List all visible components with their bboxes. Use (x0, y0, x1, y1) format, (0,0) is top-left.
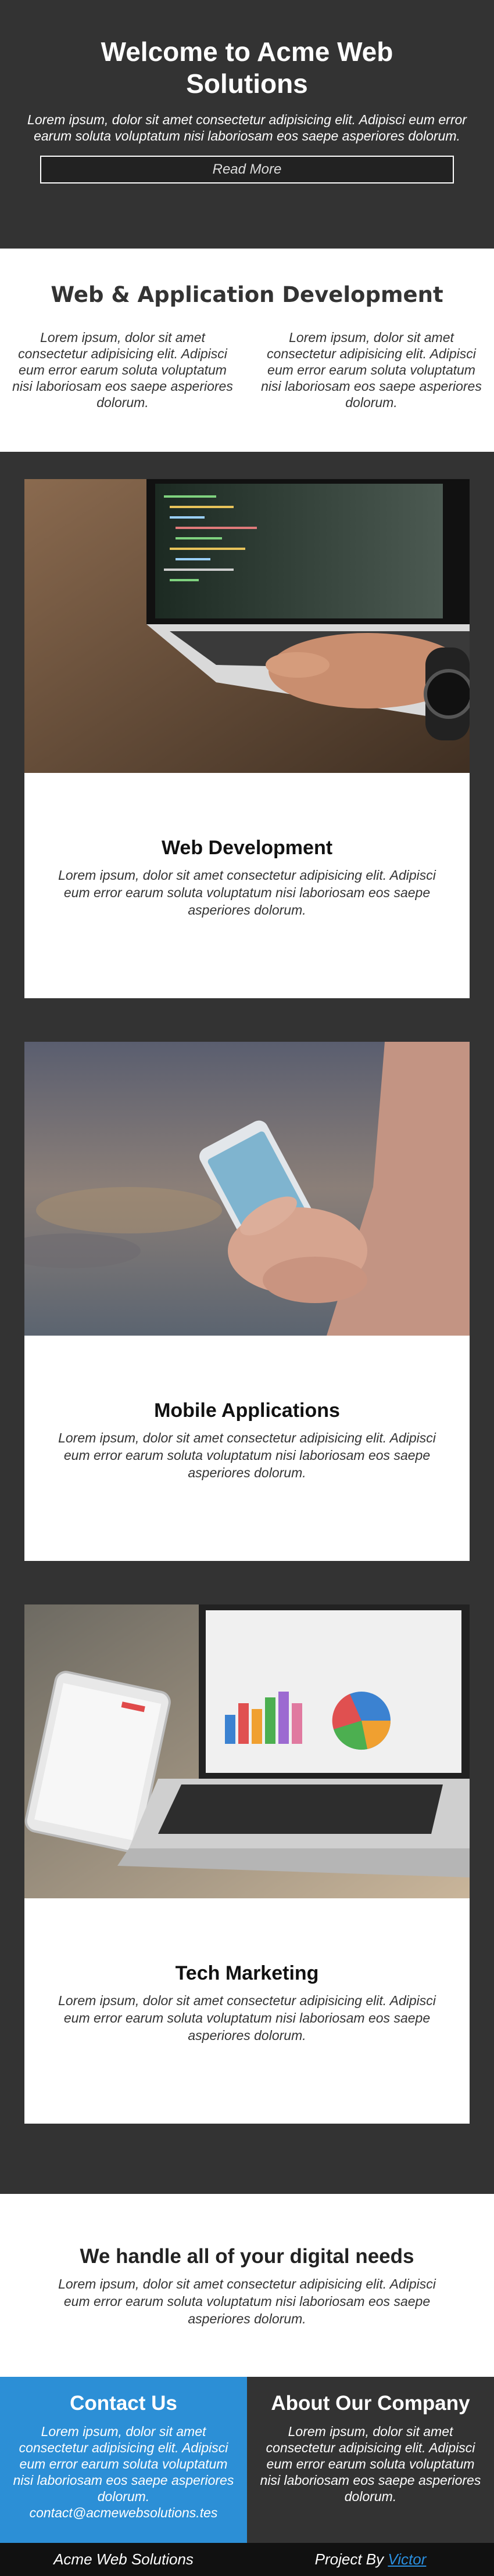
read-more-button[interactable]: Read More (40, 156, 454, 184)
service-card-body: Web Development Lorem ipsum, dolor sit a… (24, 773, 470, 919)
hero-section: Welcome to Acme Web Solutions Lorem ipsu… (0, 0, 494, 249)
service-title: Web Development (161, 837, 333, 859)
intro-title: Web & Application Development (51, 282, 443, 307)
footer-brand: Acme Web Solutions (53, 2550, 194, 2568)
digital-needs-text: Lorem ipsum, dolor sit amet consectetur … (58, 2276, 436, 2326)
service-card-body: Mobile Applications Lorem ipsum, dolor s… (24, 1336, 470, 1481)
contact-column: Contact Us Lorem ipsum, dolor sit amet c… (0, 2377, 247, 2543)
footer-columns: Contact Us Lorem ipsum, dolor sit amet c… (0, 2377, 494, 2543)
intro-columns: Lorem ipsum, dolor sit amet consectetur … (0, 329, 494, 411)
service-text: Lorem ipsum, dolor sit amet consectetur … (58, 1993, 436, 2043)
services-section: Web Development Lorem ipsum, dolor sit a… (0, 452, 494, 2194)
service-card-mobile-applications: Mobile Applications Lorem ipsum, dolor s… (24, 1042, 470, 1561)
intro-column-right: Lorem ipsum, dolor sit amet consectetur … (261, 330, 482, 410)
laptop-coding-photo (24, 479, 470, 773)
about-title: About Our Company (271, 2392, 470, 2415)
service-title: Mobile Applications (154, 1399, 340, 1422)
footer-credit-prefix: Project By (314, 2550, 388, 2568)
service-card-tech-marketing: Tech Marketing Lorem ipsum, dolor sit am… (24, 1604, 470, 2124)
footer-credit: Project By Victor (247, 2543, 494, 2576)
digital-needs-section: We handle all of your digital needs Lore… (0, 2194, 494, 2377)
service-card-body: Tech Marketing Lorem ipsum, dolor sit am… (24, 1898, 470, 2044)
contact-email-link[interactable]: contact@acmewebsolutions.tes (30, 2505, 218, 2520)
contact-text: Lorem ipsum, dolor sit amet consectetur … (9, 2423, 238, 2521)
intro-column-left: Lorem ipsum, dolor sit amet consectetur … (12, 330, 233, 410)
hero-title: Welcome to Acme Web Solutions (101, 37, 393, 99)
hero-text: Lorem ipsum, dolor sit amet consectetur … (27, 112, 467, 143)
digital-needs-title: We handle all of your digital needs (80, 2245, 414, 2268)
bottom-bar: Acme Web Solutions Project By Victor (0, 2543, 494, 2576)
service-card-web-development: Web Development Lorem ipsum, dolor sit a… (24, 479, 470, 998)
service-text: Lorem ipsum, dolor sit amet consectetur … (58, 1430, 436, 1480)
contact-description: Lorem ipsum, dolor sit amet consectetur … (13, 2424, 234, 2504)
smartphone-hand-photo (24, 1042, 470, 1336)
footer-author-link[interactable]: Victor (388, 2550, 426, 2568)
laptop-charts-photo (24, 1604, 470, 1898)
service-title: Tech Marketing (175, 1962, 319, 1984)
intro-section: Web & Application Development Lorem ipsu… (0, 249, 494, 452)
about-text: Lorem ipsum, dolor sit amet consectetur … (260, 2424, 481, 2504)
about-column: About Our Company Lorem ipsum, dolor sit… (247, 2377, 494, 2543)
service-text: Lorem ipsum, dolor sit amet consectetur … (58, 868, 436, 918)
contact-title: Contact Us (70, 2392, 177, 2415)
